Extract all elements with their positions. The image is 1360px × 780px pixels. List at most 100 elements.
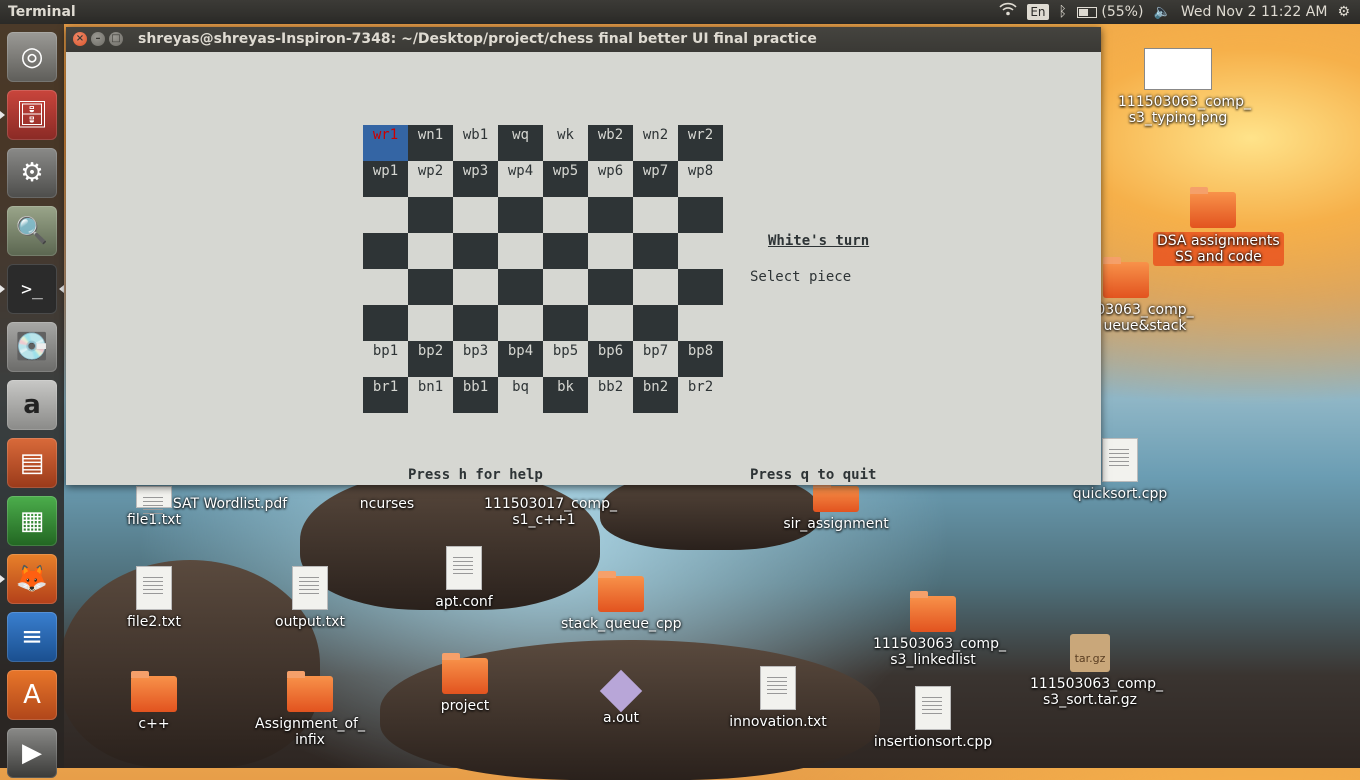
chess-square-wr2[interactable]: wr2: [678, 125, 723, 161]
chess-square-empty[interactable]: [633, 305, 678, 341]
chess-square-wp5[interactable]: wp5: [543, 161, 588, 197]
chess-square-empty[interactable]: [453, 197, 498, 233]
close-button[interactable]: ×: [73, 32, 87, 46]
video-icon[interactable]: ▶: [7, 728, 57, 778]
desktop-folder-dsa[interactable]: DSA assignments SS and code: [1153, 187, 1284, 266]
terminal-content[interactable]: wr1 wn1 wb1 wq wk wb2 wn2 wr2 wp1 wp2 wp3 wp4 wp5 wp6…: [66, 52, 1101, 485]
image-viewer-icon[interactable]: 🔍: [7, 206, 57, 256]
desktop-file-sort-tar[interactable]: tar.gz 111503063_comp_ s3_sort.tar.gz: [1030, 634, 1163, 708]
desktop-file-file1[interactable]: file1.txt: [94, 486, 214, 528]
chess-square-empty[interactable]: [588, 269, 633, 305]
software-center-icon[interactable]: A: [7, 670, 57, 720]
chess-square-empty[interactable]: [453, 233, 498, 269]
chess-square-br1[interactable]: br1: [363, 377, 408, 413]
maximize-button[interactable]: □: [109, 32, 123, 46]
desktop-file-insertionsort[interactable]: insertionsort.cpp: [873, 686, 993, 750]
desktop-file-aout[interactable]: a.out: [561, 669, 681, 726]
terminal-icon[interactable]: >_: [7, 264, 57, 314]
desktop-folder-comp-s1[interactable]: 111503017_comp_ s1_c++1: [484, 496, 617, 528]
chess-square-empty[interactable]: [498, 305, 543, 341]
desktop-folder-linkedlist[interactable]: 111503063_comp_ s3_linkedlist: [873, 591, 1006, 668]
chess-square-wp6[interactable]: wp6: [588, 161, 633, 197]
amazon-icon[interactable]: a: [7, 380, 57, 430]
chess-square-wp1[interactable]: wp1: [363, 161, 408, 197]
desktop-file-innovation[interactable]: innovation.txt: [718, 666, 838, 730]
chess-square-empty[interactable]: [498, 233, 543, 269]
chess-square-wn2[interactable]: wn2: [633, 125, 678, 161]
chess-square-bn2[interactable]: bn2: [633, 377, 678, 413]
desktop-file-typing-png[interactable]: 111503063_comp_ s3_typing.png: [1118, 48, 1251, 126]
chess-square-wk[interactable]: wk: [543, 125, 588, 161]
chess-square-empty[interactable]: [408, 197, 453, 233]
desktop-folder-sir-assignment[interactable]: sir_assignment: [776, 481, 896, 532]
chess-square-bn1[interactable]: bn1: [408, 377, 453, 413]
chess-square-bp5[interactable]: bp5: [543, 341, 588, 377]
chess-square-wp3[interactable]: wp3: [453, 161, 498, 197]
chess-square-empty[interactable]: [678, 197, 723, 233]
chess-square-bp3[interactable]: bp3: [453, 341, 498, 377]
chess-square-empty[interactable]: [453, 269, 498, 305]
chess-square-bp8[interactable]: bp8: [678, 341, 723, 377]
chess-square-empty[interactable]: [363, 233, 408, 269]
firefox-icon[interactable]: 🦊: [7, 554, 57, 604]
chess-square-empty[interactable]: [543, 269, 588, 305]
chess-square-bq[interactable]: bq: [498, 377, 543, 413]
chess-square-wp7[interactable]: wp7: [633, 161, 678, 197]
desktop-folder-project[interactable]: project: [405, 653, 525, 714]
chess-square-empty[interactable]: [543, 305, 588, 341]
chess-square-wp8[interactable]: wp8: [678, 161, 723, 197]
chess-square-empty[interactable]: [543, 197, 588, 233]
chess-square-wb1[interactable]: wb1: [453, 125, 498, 161]
chess-square-empty[interactable]: [588, 233, 633, 269]
files-icon[interactable]: 🗄: [7, 90, 57, 140]
chess-square-empty[interactable]: [633, 197, 678, 233]
chess-square-empty[interactable]: [588, 197, 633, 233]
terminal-window[interactable]: × – □ shreyas@shreyas-Inspiron-7348: ~/D…: [66, 27, 1101, 485]
chess-square-bp1[interactable]: bp1: [363, 341, 408, 377]
chess-square-empty[interactable]: [543, 233, 588, 269]
chess-square-empty[interactable]: [363, 197, 408, 233]
chess-square-empty[interactable]: [363, 305, 408, 341]
writer-icon[interactable]: ≡: [7, 612, 57, 662]
chess-square-wn1[interactable]: wn1: [408, 125, 453, 161]
chess-square-empty[interactable]: [363, 269, 408, 305]
chess-square-wb2[interactable]: wb2: [588, 125, 633, 161]
chess-square-wr1[interactable]: wr1: [363, 125, 408, 161]
calc-icon[interactable]: ▦: [7, 496, 57, 546]
bluetooth-icon[interactable]: ᛒ: [1059, 0, 1067, 24]
desktop-folder-cpp[interactable]: c++: [94, 671, 214, 732]
desktop-file-apt-conf[interactable]: apt.conf: [404, 546, 524, 610]
minimize-button[interactable]: –: [91, 32, 105, 46]
chess-square-empty[interactable]: [678, 305, 723, 341]
chess-square-empty[interactable]: [678, 233, 723, 269]
chess-square-bp6[interactable]: bp6: [588, 341, 633, 377]
battery-indicator[interactable]: (55%): [1076, 0, 1143, 24]
chess-square-bk[interactable]: bk: [543, 377, 588, 413]
system-settings-icon[interactable]: ⚙: [7, 148, 57, 198]
desktop-folder-infix[interactable]: Assignment_of_ infix: [250, 671, 370, 748]
chess-square-bp2[interactable]: bp2: [408, 341, 453, 377]
chess-square-empty[interactable]: [453, 305, 498, 341]
desktop-folder-queue-stack[interactable]: 03063_comp_ ueue&stack: [1085, 257, 1205, 334]
chess-square-empty[interactable]: [498, 197, 543, 233]
power-gear-icon[interactable]: ⚙: [1337, 0, 1350, 24]
chess-square-wp2[interactable]: wp2: [408, 161, 453, 197]
chess-square-br2[interactable]: br2: [678, 377, 723, 413]
chess-square-empty[interactable]: [498, 269, 543, 305]
keyboard-layout-indicator[interactable]: En: [1027, 4, 1049, 20]
impress-icon[interactable]: ▤: [7, 438, 57, 488]
desktop-file-output[interactable]: output.txt: [250, 566, 370, 630]
chess-square-wq[interactable]: wq: [498, 125, 543, 161]
chess-square-empty[interactable]: [408, 269, 453, 305]
chess-square-empty[interactable]: [678, 269, 723, 305]
desktop-folder-ncurses[interactable]: ncurses: [327, 496, 447, 512]
chess-square-wp4[interactable]: wp4: [498, 161, 543, 197]
chess-square-empty[interactable]: [633, 233, 678, 269]
chess-square-empty[interactable]: [588, 305, 633, 341]
ubuntu-dash-icon[interactable]: ◎: [7, 32, 57, 82]
disk-icon[interactable]: 💽: [7, 322, 57, 372]
wifi-icon[interactable]: [999, 0, 1017, 24]
desktop-folder-stack-queue[interactable]: stack_queue_cpp: [561, 571, 682, 632]
chess-square-empty[interactable]: [408, 233, 453, 269]
desktop-file-file2[interactable]: file2.txt: [94, 566, 214, 630]
